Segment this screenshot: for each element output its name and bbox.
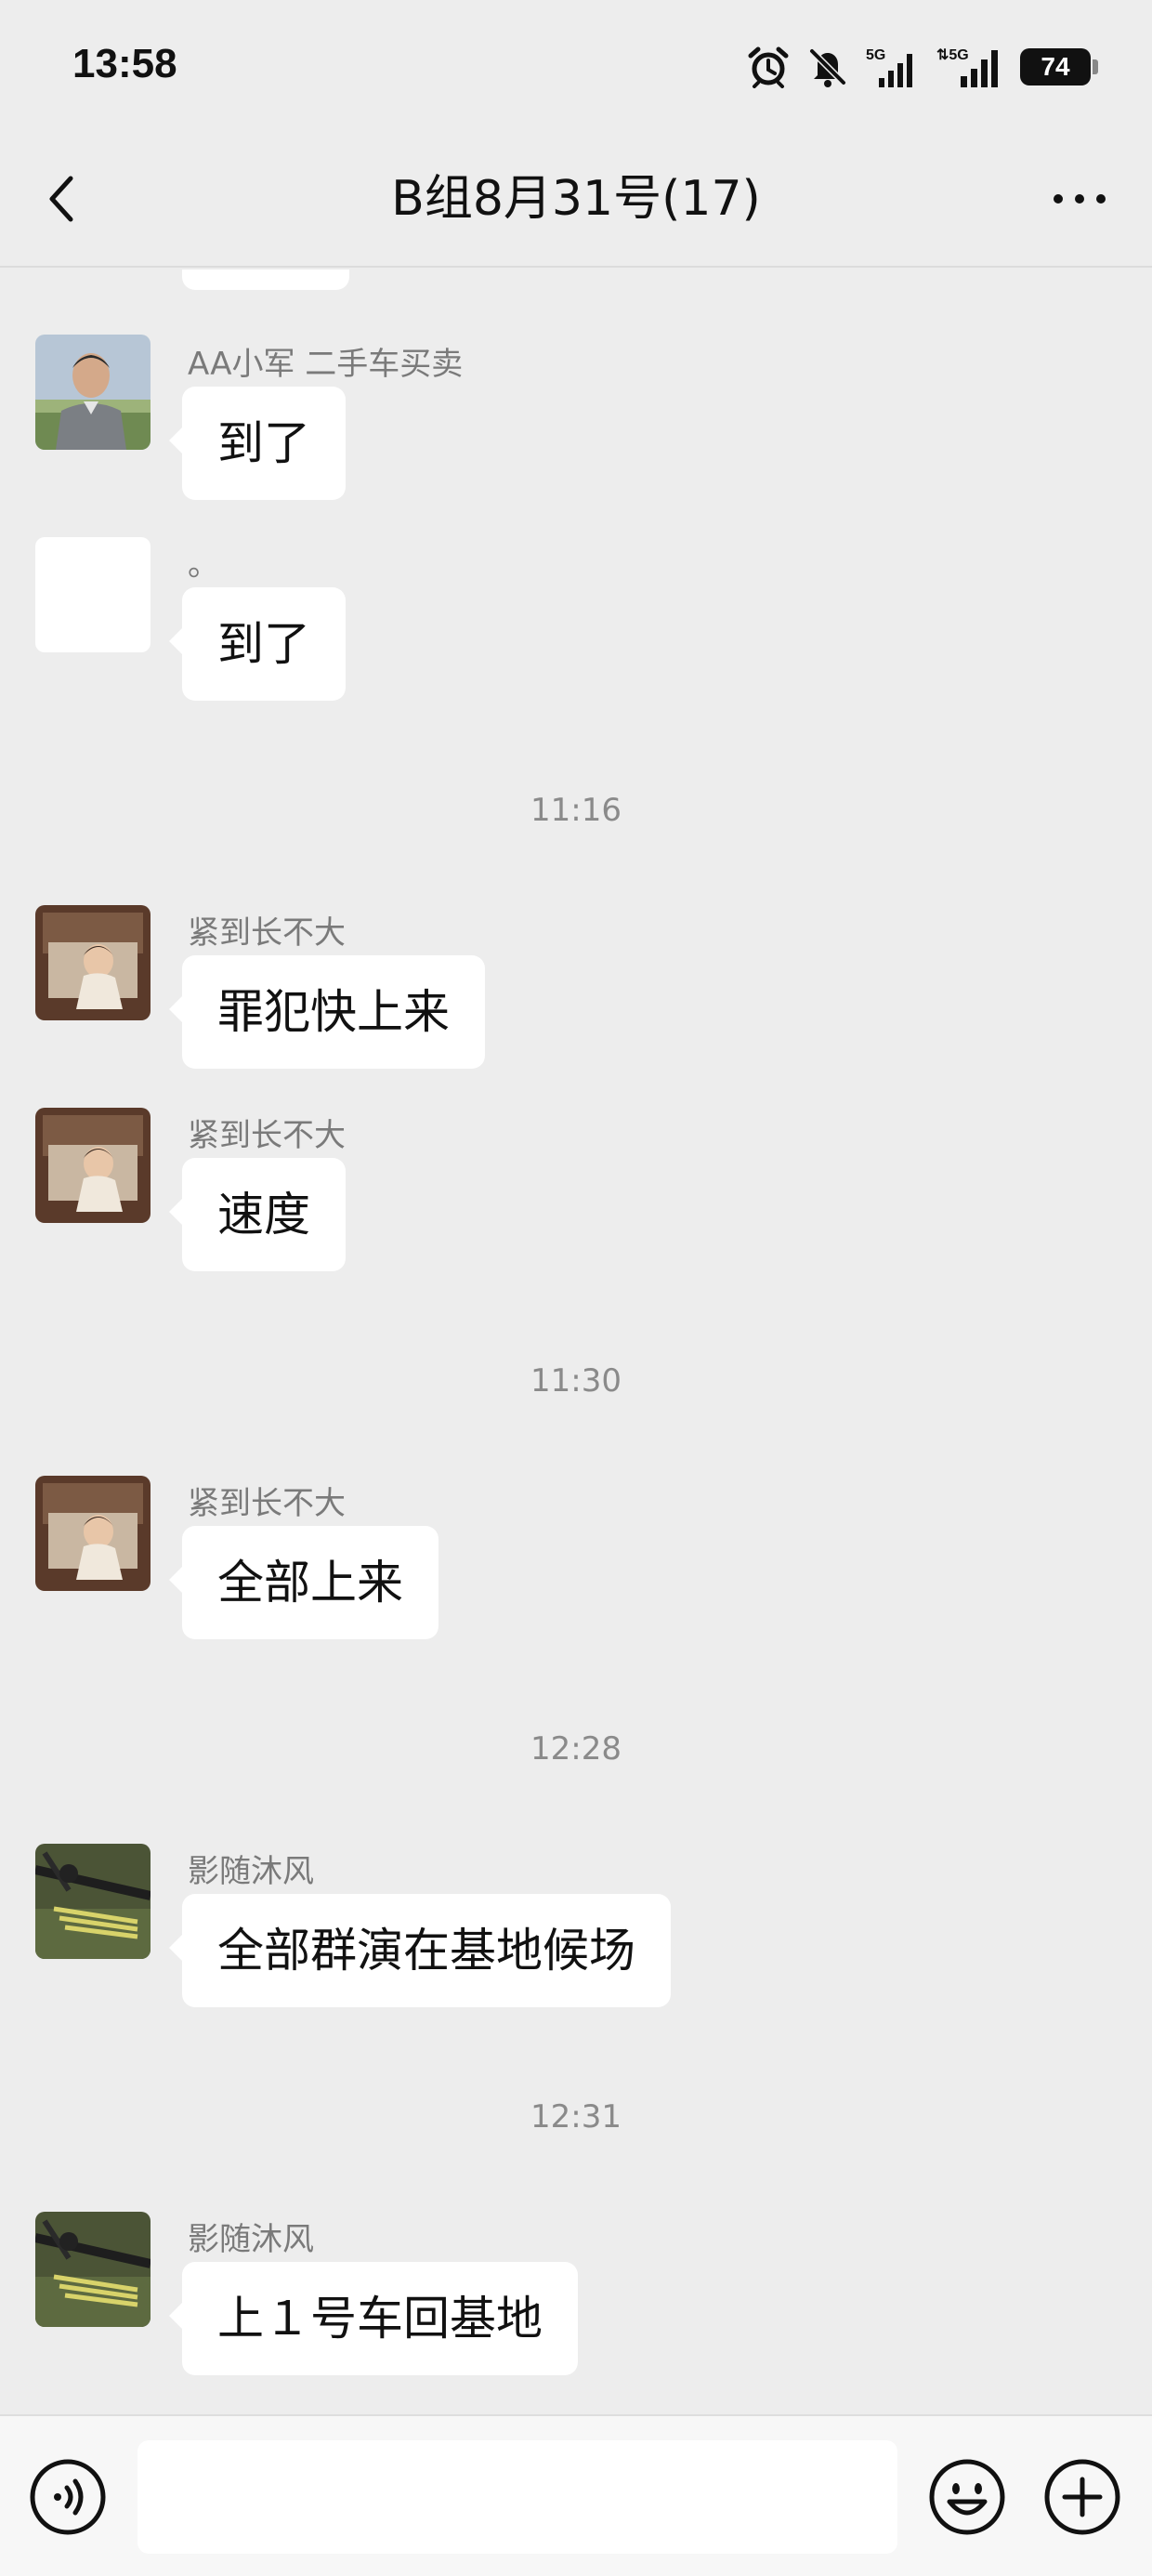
man-photo-avatar — [35, 335, 151, 450]
crossbow-photo-avatar — [35, 1844, 151, 1959]
message-input[interactable] — [137, 2440, 897, 2554]
avatar[interactable] — [35, 905, 151, 1020]
baby-photo-avatar — [35, 1476, 151, 1591]
chat-header: B组8月31号(17) — [0, 130, 1152, 268]
avatar[interactable] — [35, 1476, 151, 1591]
time-divider: 12:28 — [530, 1730, 622, 1768]
sender-name: 紧到长不大 — [188, 1485, 346, 1522]
chat-title: B组8月31号(17) — [391, 171, 761, 227]
crossbow-photo-avatar — [35, 2212, 151, 2327]
voice-icon — [30, 2459, 106, 2535]
avatar[interactable] — [35, 2212, 151, 2327]
svg-text:5G: 5G — [866, 47, 885, 63]
plus-icon — [1044, 2459, 1120, 2535]
emoji-icon — [929, 2459, 1005, 2535]
message-bubble[interactable]: 罪犯快上来 — [169, 955, 485, 1069]
message-bubble[interactable]: 到了 — [169, 587, 346, 701]
message-list[interactable]: AA小军 二手车买卖 到了 。 到了 11:16 紧到长不大 罪犯快上来 紧到长… — [0, 269, 1152, 2414]
message-bubble[interactable]: 上１号车回基地 — [169, 2262, 578, 2375]
avatar[interactable] — [35, 1844, 151, 1959]
sender-name: 影随沐风 — [188, 1853, 314, 1890]
status-time: 13:58 — [72, 41, 177, 86]
more-functions-button[interactable] — [1042, 2457, 1122, 2537]
message-bubble[interactable]: 速度 — [169, 1158, 346, 1271]
svg-text:⇅5G: ⇅5G — [936, 47, 969, 63]
battery-level: 74 — [1041, 52, 1070, 81]
battery-icon: 74 — [1020, 48, 1098, 85]
status-icons: 5G ⇅5G 74 — [747, 41, 1098, 93]
sender-name: 紧到长不大 — [188, 914, 346, 952]
sender-name: 影随沐风 — [188, 2221, 314, 2258]
voice-button[interactable] — [28, 2457, 108, 2537]
time-divider: 11:16 — [530, 792, 622, 829]
time-divider: 12:31 — [530, 2098, 622, 2136]
time-divider: 11:30 — [530, 1362, 622, 1400]
message-bubble[interactable]: 全部群演在基地候场 — [169, 1894, 671, 2007]
sender-name: 。 — [188, 546, 219, 584]
input-bar — [0, 2414, 1152, 2576]
5g-signal-icon: ⇅5G — [936, 45, 1003, 89]
sender-name: AA小军 二手车买卖 — [188, 346, 464, 383]
emoji-button[interactable] — [927, 2457, 1007, 2537]
baby-photo-avatar — [35, 1108, 151, 1223]
avatar[interactable] — [35, 537, 151, 652]
sender-name: 紧到长不大 — [188, 1117, 346, 1154]
message-bubble[interactable]: 全部上来 — [169, 1526, 439, 1639]
more-button[interactable] — [1044, 164, 1115, 234]
message-bubble-partial[interactable] — [182, 269, 349, 290]
status-bar: 13:58 5G ⇅5G 74 — [0, 0, 1152, 130]
more-dots-icon — [1054, 194, 1106, 204]
avatar[interactable] — [35, 335, 151, 450]
mute-bell-icon — [806, 46, 849, 88]
alarm-icon — [747, 46, 790, 88]
baby-photo-avatar — [35, 905, 151, 1020]
blank-white-avatar — [35, 537, 151, 652]
message-bubble[interactable]: 到了 — [169, 387, 346, 500]
avatar[interactable] — [35, 1108, 151, 1223]
5g-signal-icon: 5G — [866, 45, 920, 89]
